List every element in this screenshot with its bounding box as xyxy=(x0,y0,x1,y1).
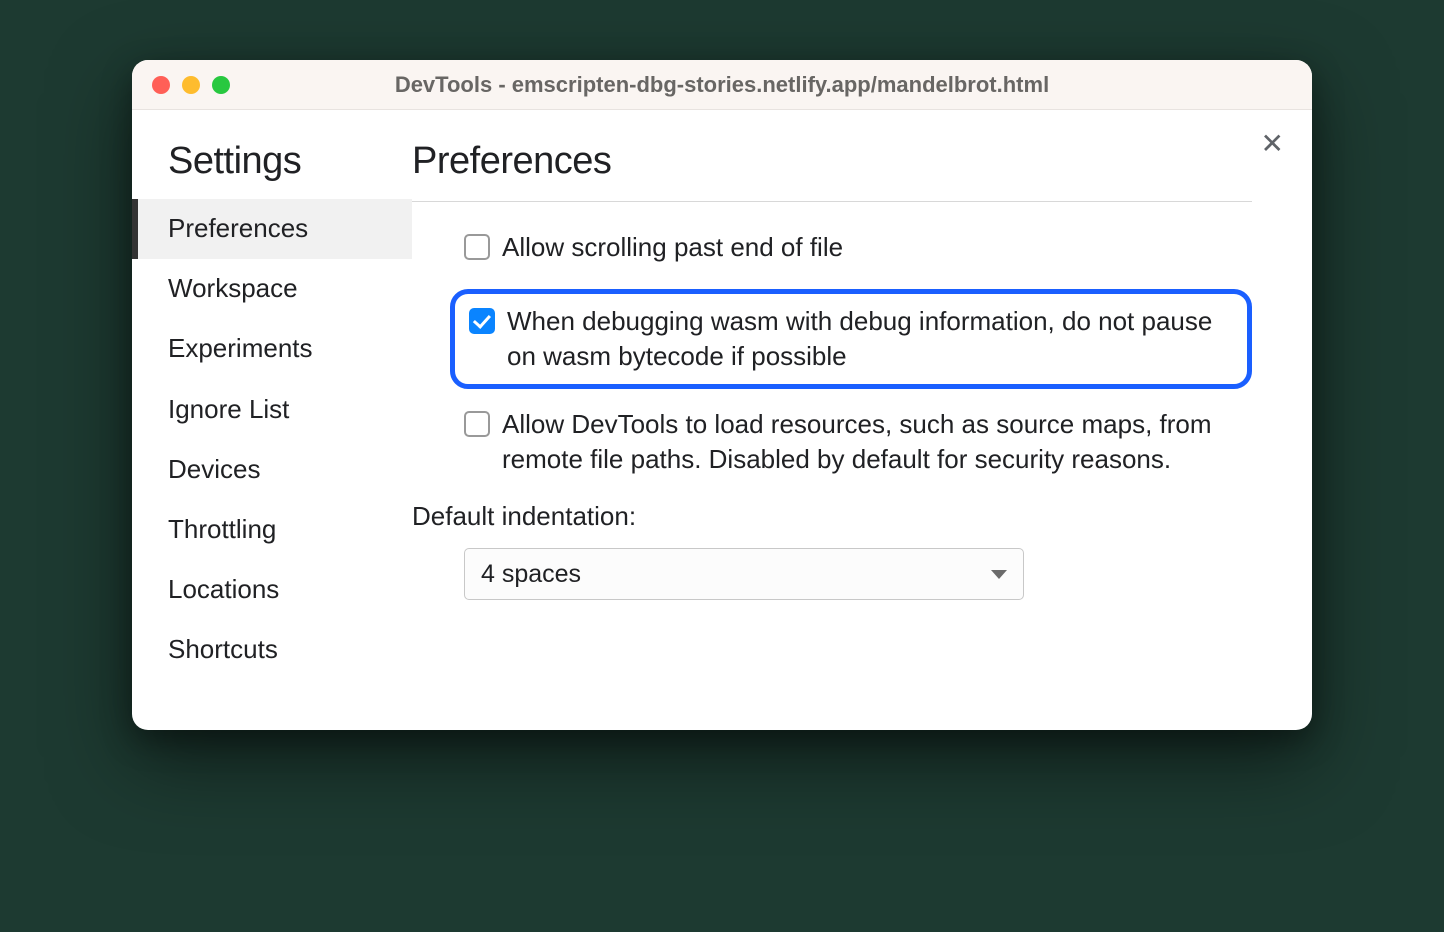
divider xyxy=(412,201,1252,202)
panel-title: Preferences xyxy=(412,140,1252,183)
settings-sidebar: Settings Preferences Workspace Experimen… xyxy=(132,110,412,730)
settings-content: ✕ Settings Preferences Workspace Experim… xyxy=(132,110,1312,730)
option-label: Allow DevTools to load resources, such a… xyxy=(502,407,1252,477)
chevron-down-icon xyxy=(991,570,1007,579)
option-label: Allow scrolling past end of file xyxy=(502,230,843,265)
sidebar-item-label: Workspace xyxy=(168,273,298,303)
sidebar-item-label: Devices xyxy=(168,454,260,484)
sidebar-item-devices[interactable]: Devices xyxy=(132,440,412,500)
option-label: When debugging wasm with debug informati… xyxy=(507,304,1233,374)
sidebar-item-throttling[interactable]: Throttling xyxy=(132,500,412,560)
titlebar: DevTools - emscripten-dbg-stories.netlif… xyxy=(132,60,1312,110)
traffic-lights xyxy=(152,76,230,94)
devtools-settings-window: DevTools - emscripten-dbg-stories.netlif… xyxy=(132,60,1312,730)
sidebar-item-experiments[interactable]: Experiments xyxy=(132,319,412,379)
indentation-select-wrap: 4 spaces xyxy=(464,548,1252,600)
sidebar-item-label: Ignore List xyxy=(168,394,289,424)
sidebar-item-workspace[interactable]: Workspace xyxy=(132,259,412,319)
minimize-window-button[interactable] xyxy=(182,76,200,94)
sidebar-item-ignore-list[interactable]: Ignore List xyxy=(132,380,412,440)
sidebar-item-locations[interactable]: Locations xyxy=(132,560,412,620)
sidebar-item-label: Experiments xyxy=(168,333,313,363)
sidebar-title: Settings xyxy=(132,140,412,183)
option-allow-remote-file-paths[interactable]: Allow DevTools to load resources, such a… xyxy=(464,407,1252,477)
maximize-window-button[interactable] xyxy=(212,76,230,94)
indentation-label: Default indentation: xyxy=(412,501,1252,532)
option-allow-scroll-past-eof[interactable]: Allow scrolling past end of file xyxy=(464,230,1252,265)
sidebar-item-label: Preferences xyxy=(168,213,308,243)
checkbox-allow-remote-file-paths[interactable] xyxy=(464,411,490,437)
preferences-panel: Preferences Allow scrolling past end of … xyxy=(412,110,1312,730)
window-title: DevTools - emscripten-dbg-stories.netlif… xyxy=(132,72,1312,98)
sidebar-item-preferences[interactable]: Preferences xyxy=(132,199,412,259)
sidebar-item-label: Locations xyxy=(168,574,279,604)
close-icon[interactable]: ✕ xyxy=(1261,130,1284,158)
close-window-button[interactable] xyxy=(152,76,170,94)
sidebar-item-label: Shortcuts xyxy=(168,634,278,664)
checkbox-allow-scroll-past-eof[interactable] xyxy=(464,234,490,260)
indentation-select-value: 4 spaces xyxy=(481,560,581,589)
checkbox-wasm-skip-bytecode[interactable] xyxy=(469,308,495,334)
option-wasm-skip-bytecode[interactable]: When debugging wasm with debug informati… xyxy=(450,289,1252,389)
sidebar-item-label: Throttling xyxy=(168,514,276,544)
sidebar-item-shortcuts[interactable]: Shortcuts xyxy=(132,620,412,680)
indentation-select[interactable]: 4 spaces xyxy=(464,548,1024,600)
